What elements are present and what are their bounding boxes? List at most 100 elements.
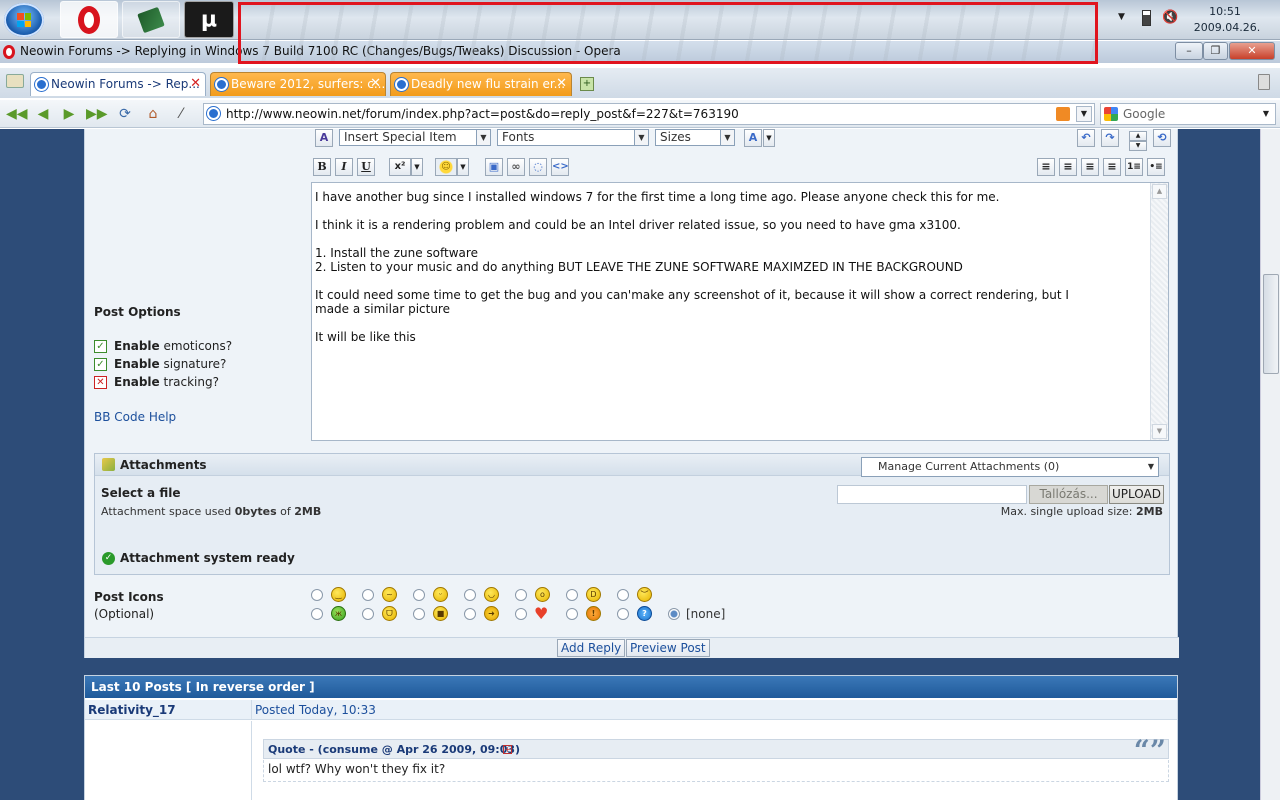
scroll-down-icon[interactable]: ▼ [1152,424,1167,439]
post-icon-radio[interactable] [413,608,425,620]
spellcheck-icon[interactable]: A [315,129,333,147]
search-dropdown-icon[interactable]: ▼ [1259,106,1273,122]
minimize-button[interactable]: – [1175,42,1203,60]
page-scrollbar[interactable] [1260,129,1280,800]
address-bar[interactable]: ▼ [203,103,1095,125]
post-icon-radio[interactable] [464,589,476,601]
close-tab-icon[interactable]: ✕ [370,76,381,91]
bold-button[interactable]: B [313,158,331,176]
signature-checkbox[interactable]: ✓ [94,358,107,371]
post-icon-radio[interactable] [362,589,374,601]
post-icon-radio[interactable] [617,589,629,601]
bulleted-list-icon[interactable]: •≡ [1147,158,1165,176]
post-icon-radio[interactable] [311,608,323,620]
reload-icon[interactable]: ⟳ [116,105,134,123]
add-reply-button[interactable]: Add Reply [557,639,626,657]
align-right-icon[interactable]: ≡ [1081,158,1099,176]
search-bar[interactable]: Google ▼ [1100,103,1276,125]
tab-neowin[interactable]: Neowin Forums -> Rep... ✕ [30,72,206,96]
emoticons-checkbox[interactable]: ✓ [94,340,107,353]
image-icon[interactable]: ▣ [485,158,503,176]
align-left-icon[interactable]: ≡ [1037,158,1055,176]
home-icon[interactable]: ⌂ [144,105,162,123]
taskbar-utorrent-button[interactable]: µ [184,1,234,38]
maximize-button[interactable]: ❐ [1203,42,1228,60]
trash-icon[interactable] [1258,74,1270,90]
collapse-down-icon[interactable]: ▼ [1129,141,1147,151]
panel-toggle-icon[interactable] [6,74,24,88]
file-path-input[interactable] [837,485,1027,504]
align-center-icon[interactable]: ≡ [1059,158,1077,176]
close-button[interactable]: ✕ [1229,42,1275,60]
tab-beware-2012[interactable]: Beware 2012, surfers: c... ✕ [210,72,386,96]
speaker-muted-icon[interactable]: 🔇 [1162,10,1178,25]
clock-time[interactable]: 10:51 [1200,5,1250,18]
manage-attachments-select[interactable]: Manage Current Attachments (0) ▼ [861,457,1159,477]
back-icon[interactable]: ◀ [34,105,52,123]
font-color-dropdown-icon[interactable]: ▼ [763,129,775,147]
sizes-select[interactable]: Sizes ▼ [655,129,735,146]
close-tab-icon[interactable]: ✕ [190,76,201,91]
taskbar-book-button[interactable] [122,1,180,38]
post-icon-radio[interactable] [515,589,527,601]
post-icon-none-radio[interactable] [668,608,680,620]
page-scroll-thumb[interactable] [1263,274,1279,374]
smiley-icon[interactable]: ☺ [435,158,457,176]
scroll-up-icon[interactable]: ▲ [1152,184,1167,199]
space-total: 2MB [294,505,322,518]
bbcode-help-link[interactable]: BB Code Help [94,410,176,424]
switch-editor-icon[interactable]: ⟲ [1153,129,1171,147]
special-item-select[interactable]: Insert Special Item ▼ [339,129,491,146]
url-input[interactable] [226,106,1046,122]
undo-icon[interactable]: ↶ [1077,129,1095,147]
post-body-textarea[interactable]: I have another bug since I installed win… [311,182,1169,441]
italic-button[interactable]: I [335,158,353,176]
collapse-up-icon[interactable]: ▲ [1129,131,1147,141]
post-icon-radio[interactable] [464,608,476,620]
tracking-checkbox[interactable]: ✕ [94,376,107,389]
new-tab-icon[interactable]: + [580,77,594,91]
attachments-heading: Attachments [120,458,207,472]
post-author-link[interactable]: Relativity_17 [88,703,176,717]
forward-icon[interactable]: ▶ [60,105,78,123]
start-button[interactable] [4,3,44,37]
taskbar-opera-button[interactable] [60,1,118,38]
post-icon-radio[interactable] [362,608,374,620]
clock-date[interactable]: 2009.04.26. [1192,21,1262,34]
preview-post-button[interactable]: Preview Post [626,639,710,657]
post-icon-radio[interactable] [413,589,425,601]
redo-icon[interactable]: ↷ [1101,129,1119,147]
wand-icon[interactable]: ⁄ [172,105,190,123]
font-color-icon[interactable]: A [744,129,762,147]
tab-flu-strain[interactable]: Deadly new flu strain er... ✕ [390,72,572,96]
neowin-favicon-icon [215,78,228,91]
superscript-dropdown-icon[interactable]: ▼ [411,158,423,176]
neowin-favicon-icon [35,78,48,91]
fonts-select[interactable]: Fonts ▼ [497,129,649,146]
underline-button[interactable]: U [357,158,375,176]
superscript-button[interactable]: x² [389,158,411,176]
code-icon[interactable]: <> [551,158,569,176]
quote-bubble-icon[interactable]: ◌ [529,158,547,176]
justify-icon[interactable]: ≡ [1103,158,1121,176]
numbered-list-icon[interactable]: 1≡ [1125,158,1143,176]
post-icon-radio[interactable] [515,608,527,620]
fast-forward-icon[interactable]: ▶▶ [86,105,108,123]
textarea-scrollbar[interactable]: ▲ ▼ [1150,183,1168,440]
rss-icon[interactable] [1056,107,1070,121]
upload-button[interactable]: UPLOAD [1109,485,1164,504]
post-icon-radio[interactable] [566,608,578,620]
windows-logo-icon [17,13,31,27]
post-icon-radio[interactable] [566,589,578,601]
browse-button[interactable]: Tallózás... [1029,485,1108,504]
link-icon[interactable]: ∞ [507,158,525,176]
post-icon-radio[interactable] [617,608,629,620]
address-dropdown-icon[interactable]: ▼ [1076,106,1092,122]
rewind-icon[interactable]: ◀◀ [6,105,28,123]
post-icon-radio[interactable] [311,589,323,601]
quote-link-icon[interactable]: + [503,745,512,754]
tray-expand-icon[interactable]: ▼ [1118,12,1125,22]
battery-icon[interactable] [1142,10,1151,26]
emoticon-dropdown-icon[interactable]: ▼ [457,158,469,176]
close-tab-icon[interactable]: ✕ [556,76,567,91]
